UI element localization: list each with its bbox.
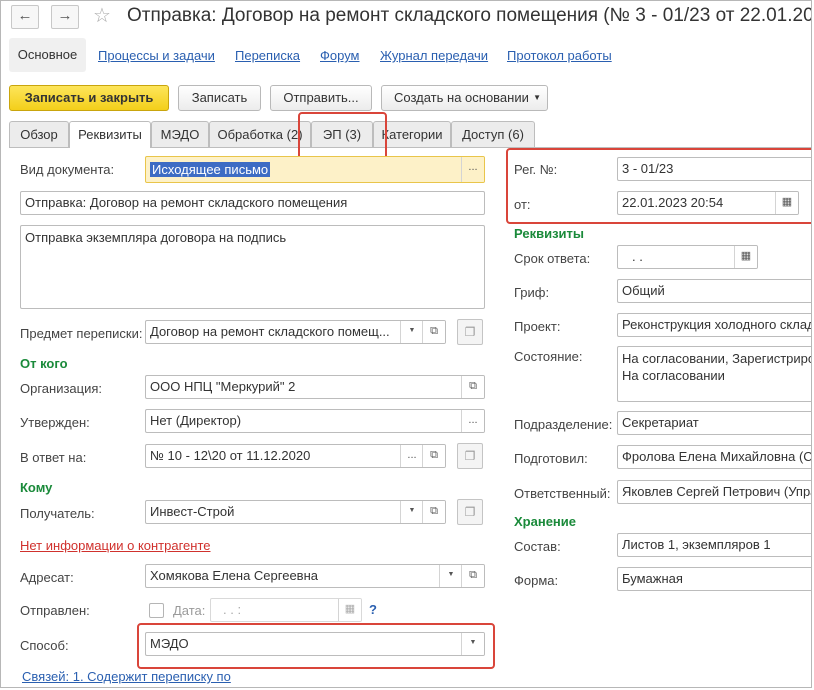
ellipsis-icon[interactable]: ... [400, 445, 423, 467]
status-line-2: На согласовании [622, 368, 725, 383]
calendar-icon[interactable]: ▦ [734, 246, 757, 268]
org-value: ООО НПЦ "Меркурий" 2 [150, 379, 296, 394]
dept-field[interactable]: Секретариат [617, 411, 811, 435]
recipient-value: Инвест-Строй [150, 504, 235, 519]
due-label: Срок ответа: [514, 251, 591, 266]
create-based-on-button[interactable]: Создать на основании ▼ [381, 85, 548, 111]
open-icon[interactable]: ⧉ [422, 321, 445, 343]
form-field[interactable]: Бумажная [617, 567, 811, 591]
send-button[interactable]: Отправить... [270, 85, 372, 111]
prepared-field[interactable]: Фролова Елена Михайловна (Секретариат) [617, 445, 811, 469]
method-highlight [137, 623, 495, 669]
reply-field[interactable]: № 10 - 12\20 от 11.12.2020 ... ⧉ [145, 444, 446, 468]
dropdown-arrow-icon[interactable]: ▼ [439, 565, 462, 587]
recipient-field[interactable]: Инвест-Строй ▼ ⧉ [145, 500, 446, 524]
recipient-label: Получатель: [20, 506, 95, 521]
forward-arrow-icon[interactable]: → [51, 5, 79, 29]
open-icon[interactable]: ⧉ [461, 376, 484, 398]
tab-access[interactable]: Доступ (6) [451, 121, 535, 147]
registration-highlight [506, 148, 811, 224]
window-title: Отправка: Договор на ремонт складского п… [127, 5, 811, 26]
stamp-label: Гриф: [514, 285, 550, 300]
create-based-on-label: Создать на основании [394, 90, 529, 105]
reply-value: № 10 - 12\20 от 11.12.2020 [150, 448, 311, 463]
approved-value: Нет (Директор) [150, 413, 242, 428]
addressee-label: Адресат: [20, 570, 74, 585]
dept-label: Подразделение: [514, 417, 613, 432]
method-label: Способ: [20, 638, 69, 653]
section-processes-link[interactable]: Процессы и задачи [98, 48, 215, 63]
copy-icon[interactable]: ❐ [457, 443, 483, 469]
correspondence-field[interactable]: Договор на ремонт складского помещ... ▼ … [145, 320, 446, 344]
status-field[interactable]: На согласовании, Зарегистрирован На согл… [617, 346, 811, 402]
stamp-field[interactable]: Общий [617, 279, 811, 303]
tab-requisites[interactable]: Реквизиты [69, 121, 151, 148]
back-arrow-icon[interactable]: ← [11, 5, 39, 29]
sent-label: Отправлен: [20, 603, 90, 618]
project-label: Проект: [514, 319, 561, 334]
open-icon[interactable]: ⧉ [461, 565, 484, 587]
correspondence-label: Предмет переписки: [20, 326, 143, 341]
storage-group-header: Хранение [514, 514, 576, 529]
doc-type-value: Исходящее письмо [150, 162, 271, 177]
open-icon[interactable]: ⧉ [422, 501, 445, 523]
from-group-header: От кого [20, 356, 68, 371]
copy-icon[interactable]: ❐ [457, 319, 483, 345]
section-work-log-link[interactable]: Протокол работы [507, 48, 612, 63]
sent-checkbox[interactable] [149, 603, 164, 618]
addressee-field[interactable]: Хомякова Елена Сергеевна ▼ ⧉ [145, 564, 485, 588]
requisites-group-header: Реквизиты [514, 226, 584, 241]
composition-field[interactable]: Листов 1, экземпляров 1 [617, 533, 811, 557]
dropdown-arrow-icon[interactable]: ▼ [400, 321, 423, 343]
ellipsis-icon[interactable]: ... [461, 157, 484, 182]
links-count-link[interactable]: Связей: 1. Содержит переписку по [22, 669, 231, 684]
org-field[interactable]: ООО НПЦ "Меркурий" 2 ⧉ [145, 375, 485, 399]
tab-processing[interactable]: Обработка (2) [209, 121, 311, 147]
help-icon[interactable]: ? [369, 602, 377, 617]
composition-label: Состав: [514, 539, 561, 554]
subject-field[interactable]: Отправка: Договор на ремонт складского п… [20, 191, 485, 215]
no-contractor-info-link[interactable]: Нет информации о контрагенте [20, 538, 211, 553]
section-forum-link[interactable]: Форум [320, 48, 360, 63]
save-button[interactable]: Записать [178, 85, 261, 111]
to-group-header: Кому [20, 480, 53, 495]
sent-date-label: Дата: [173, 603, 206, 618]
addressee-value: Хомякова Елена Сергеевна [150, 568, 318, 583]
doc-type-label: Вид документа: [20, 162, 115, 177]
open-icon[interactable]: ⧉ [422, 445, 445, 467]
save-and-close-button[interactable]: Записать и закрыть [9, 85, 169, 111]
approved-label: Утвержден: [20, 415, 90, 430]
project-field[interactable]: Реконструкция холодного склада [617, 313, 811, 337]
sent-date-field[interactable]: . . : ▦ [210, 598, 362, 622]
star-icon[interactable]: ☆ [93, 3, 111, 28]
tab-medo[interactable]: МЭДО [151, 121, 209, 147]
responsible-field[interactable]: Яковлев Сергей Петрович (Управление) [617, 480, 811, 504]
section-transfer-log-link[interactable]: Журнал передачи [380, 48, 488, 63]
doc-type-field[interactable]: Исходящее письмо ... [145, 156, 485, 183]
responsible-label: Ответственный: [514, 486, 611, 501]
document-window: ← → ☆ Отправка: Договор на ремонт складс… [0, 0, 812, 688]
status-label: Состояние: [514, 349, 583, 364]
calendar-icon[interactable]: ▦ [338, 599, 361, 621]
dropdown-arrow-icon[interactable]: ▼ [400, 501, 423, 523]
tab-overview[interactable]: Обзор [9, 121, 69, 147]
sent-date-value: . . : [223, 602, 242, 617]
reply-label: В ответ на: [20, 450, 87, 465]
content-textarea[interactable]: Отправка экземпляра договора на подпись [20, 225, 485, 309]
ellipsis-icon[interactable]: ... [461, 410, 484, 432]
prepared-label: Подготовил: [514, 451, 588, 466]
section-main[interactable]: Основное [9, 38, 86, 72]
due-field[interactable]: . . ▦ [617, 245, 758, 269]
correspondence-value: Договор на ремонт складского помещ... [150, 324, 390, 339]
approved-field[interactable]: Нет (Директор) ... [145, 409, 485, 433]
section-correspondence-link[interactable]: Переписка [235, 48, 300, 63]
form-label: Форма: [514, 573, 559, 588]
org-label: Организация: [20, 381, 103, 396]
dropdown-arrow-icon: ▼ [533, 93, 541, 102]
copy-icon[interactable]: ❐ [457, 499, 483, 525]
status-line-1: На согласовании, Зарегистрирован [622, 351, 811, 366]
due-value: . . [632, 249, 643, 264]
